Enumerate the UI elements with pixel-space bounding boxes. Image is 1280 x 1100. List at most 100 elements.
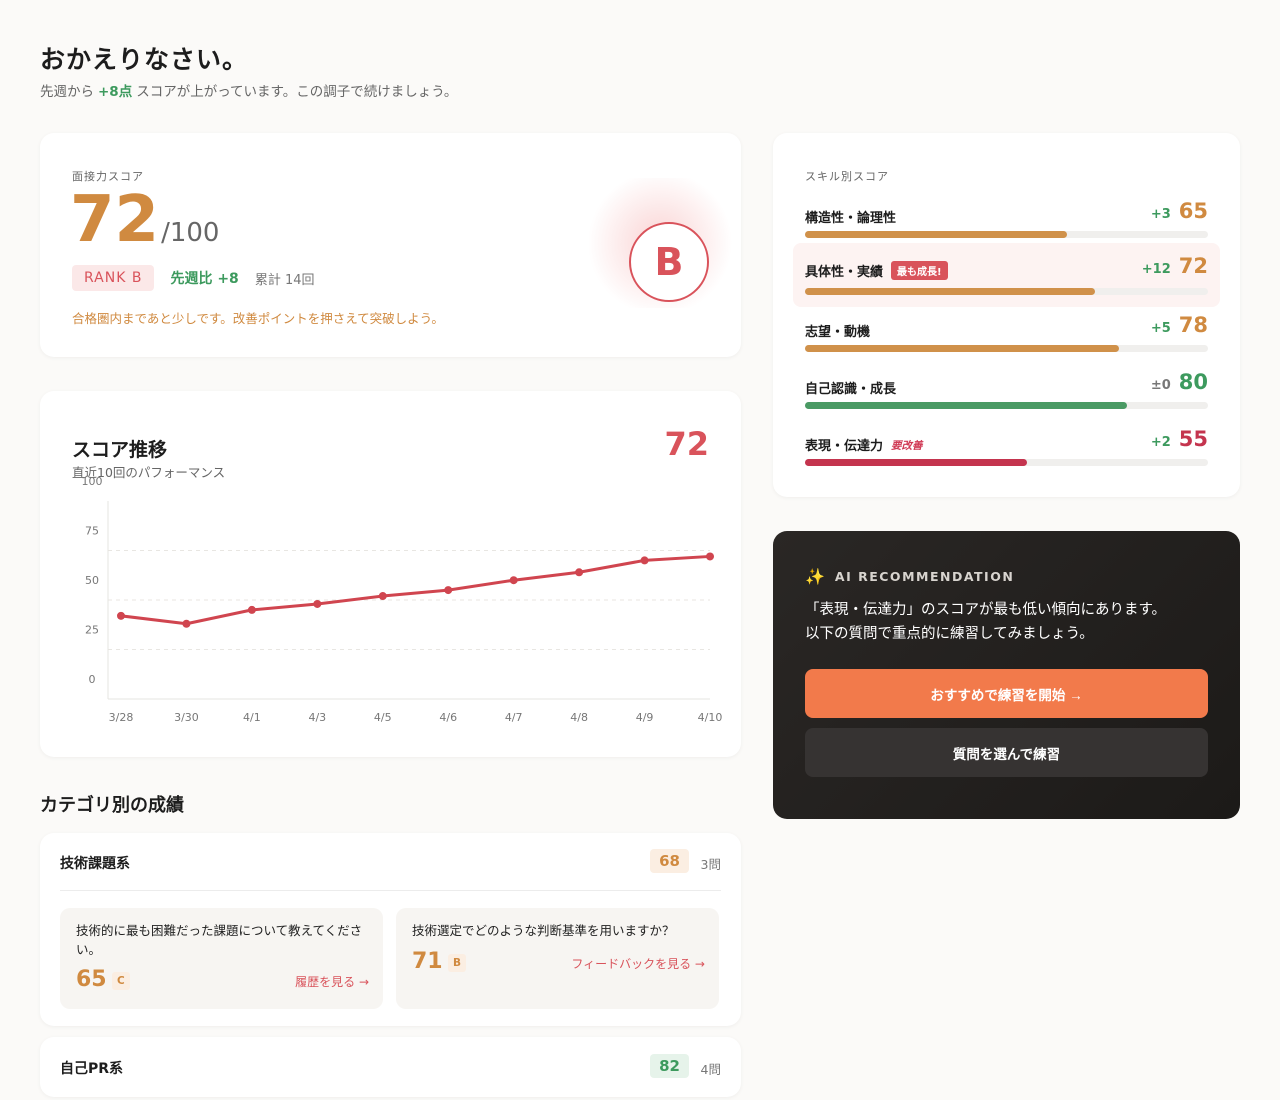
skill-name: 構造性・論理性	[805, 211, 897, 226]
score-display: 72 /100	[70, 188, 219, 252]
rank-badge: RANK B	[72, 265, 155, 291]
skill-bar	[805, 459, 1208, 466]
question-text: 技術的に最も困難だった課題について教えてください。	[76, 923, 363, 958]
history-link[interactable]: 履歴を見る →	[295, 973, 369, 990]
series-line	[119, 554, 712, 626]
subtitle-suffix: スコアが上がっています。この調子で続けましょう。	[136, 84, 458, 100]
skill-bar-fill	[805, 231, 1067, 238]
choose-question-button[interactable]: 質問を選んで練習	[805, 728, 1208, 777]
skill-delta: +2	[1150, 435, 1171, 450]
question-card[interactable]: 技術的に最も困難だった課題について教えてください。 65 C 履歴を見る →	[60, 908, 383, 1009]
x-tick-label: 3/30	[174, 711, 199, 724]
x-tick-label: 4/7	[505, 711, 523, 724]
y-tick-label: 50	[85, 574, 99, 587]
score-note: 合格圏内まであと少しです。改善ポイントを押さえて突破しよう。	[72, 311, 444, 326]
ai-header-label: AI RECOMMENDATION	[834, 569, 1015, 584]
skill-value: 72	[1178, 254, 1208, 278]
subtitle-prefix: 先週から	[40, 84, 94, 100]
ai-message-line: 以下の質問で重点的に練習してみましょう。	[805, 625, 1094, 642]
skills-label: スキル別スコア	[805, 170, 889, 183]
x-tick-label: 4/5	[374, 711, 392, 724]
skill-value: 55	[1178, 427, 1208, 451]
skill-bar-fill	[805, 459, 1027, 466]
skill-row: 志望・動機 +5 78	[793, 307, 1220, 371]
x-tick-label: 3/28	[109, 711, 134, 724]
data-point[interactable]	[575, 568, 584, 577]
category-count: 4問	[700, 1062, 721, 1077]
skill-name: 自己認識・成長	[805, 382, 897, 397]
data-point[interactable]	[706, 552, 714, 561]
question-score: 71	[412, 949, 443, 974]
skill-delta: +5	[1150, 321, 1171, 336]
skill-row: 表現・伝達力 要改善 +2 55	[793, 421, 1220, 485]
x-tick-label: 4/1	[243, 711, 261, 724]
divider	[60, 890, 721, 891]
data-point[interactable]	[640, 556, 649, 565]
category-heading: カテゴリ別の成績	[40, 795, 184, 816]
y-tick-label: 0	[89, 673, 96, 686]
skill-delta: +12	[1141, 262, 1171, 277]
growth-tag: 最も成長!	[891, 261, 948, 280]
skill-delta: +3	[1150, 207, 1171, 222]
question-card[interactable]: 技術選定でどのような判断基準を用いますか？ 71 B フィードバックを見る →	[396, 908, 719, 1009]
skill-row-highlighted: 具体性・実績 最も成長! +12 72	[793, 243, 1220, 307]
start-recommended-practice-button[interactable]: おすすめで練習を開始 →	[805, 669, 1208, 718]
page-subtitle: 先週から +8点 スコアが上がっています。この調子で続けましょう。	[40, 80, 457, 100]
trend-line-chart: 100 75 50 25 0 3/28 3/30 4/1 4/3 4/5 4/6 4/7 4/8 4/9 4…	[82, 475, 723, 724]
ai-message: 「表現・伝達力」のスコアが最も低い傾向にあります。 以下の質問で重点的に練習して…	[805, 599, 1215, 647]
category-score: 68	[650, 849, 689, 873]
total-sessions: 累計 14回	[254, 272, 315, 288]
x-tick-label: 4/9	[636, 711, 654, 724]
page-title: おかえりなさい。	[40, 45, 249, 74]
skill-value: 78	[1178, 313, 1208, 337]
question-grade: B	[448, 954, 467, 972]
needs-improvement-tag: 要改善	[891, 440, 923, 452]
skill-bar	[805, 288, 1208, 295]
question-grade: C	[112, 972, 130, 990]
sparkle-icon: ✨	[805, 567, 825, 586]
question-text: 技術選定でどのような判断基準を用いますか？	[412, 923, 675, 938]
skill-bar-fill	[805, 345, 1120, 352]
score-trend-card: スコア推移 直近10回のパフォーマンス 72 100 75 50 25 0 3/28 3/3…	[40, 391, 741, 757]
data-point[interactable]	[444, 586, 453, 595]
score-label: 面接力スコア	[72, 170, 144, 183]
y-tick-label: 100	[82, 475, 103, 488]
data-point[interactable]	[313, 599, 322, 608]
skill-score-card: スキル別スコア 構造性・論理性 +3 65 具体性・実績 最も成長! +12 72 志…	[773, 133, 1240, 497]
y-tick-label: 75	[85, 525, 99, 538]
ai-message-line: 「表現・伝達力」のスコアが最も低い傾向にあります。	[805, 602, 1167, 618]
ai-recommendation-card: ✨ AI RECOMMENDATION 「表現・伝達力」のスコアが最も低い傾向に…	[773, 531, 1240, 819]
feedback-link[interactable]: フィードバックを見る →	[571, 955, 705, 972]
category-card-self-pr[interactable]: 自己PR系 82 4問	[40, 1037, 741, 1097]
skill-name: 表現・伝達力 要改善	[805, 439, 923, 454]
skill-bar-fill	[805, 288, 1096, 295]
x-tick-label: 4/8	[570, 711, 588, 724]
category-card-tech: 技術課題系 68 3問 技術的に最も困難だった課題について教えてください。 65…	[40, 833, 741, 1026]
data-point[interactable]	[509, 576, 518, 585]
ai-header: ✨ AI RECOMMENDATION	[805, 567, 1014, 586]
skill-bar	[805, 402, 1208, 409]
x-tick-label: 4/10	[698, 711, 723, 724]
skill-bar-fill	[805, 402, 1128, 409]
subtitle-delta: +8点	[98, 84, 133, 100]
skill-name: 志望・動機	[805, 325, 871, 340]
data-point[interactable]	[117, 611, 125, 620]
data-point[interactable]	[378, 592, 387, 601]
y-tick-label: 25	[85, 624, 99, 637]
category-name: 自己PR系	[60, 1061, 124, 1077]
skill-value: 65	[1178, 199, 1208, 223]
score-meta: RANK B 先週比 +8 累計 14回	[72, 265, 315, 291]
skill-row: 自己認識・成長 ±0 80	[793, 364, 1220, 428]
question-score: 65	[76, 967, 107, 992]
data-point[interactable]	[182, 619, 191, 628]
data-point[interactable]	[247, 605, 256, 614]
skill-bar	[805, 231, 1208, 238]
category-count: 3問	[700, 857, 721, 872]
x-tick-label: 4/6	[439, 711, 457, 724]
category-name: 技術課題系	[60, 856, 130, 872]
skill-delta: ±0	[1150, 378, 1171, 393]
skill-bar	[805, 345, 1208, 352]
grade-circle: B	[629, 222, 709, 302]
skill-name: 具体性・実績 最も成長!	[805, 261, 948, 280]
weekly-change: 先週比 +8	[170, 271, 239, 287]
